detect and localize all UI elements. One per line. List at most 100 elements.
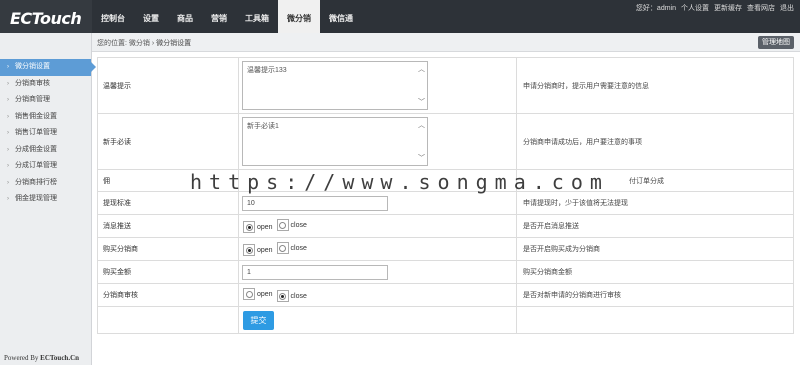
sidebar-item-label: 分销商排行榜 (15, 178, 57, 186)
nav-settings[interactable]: 设置 (134, 0, 168, 33)
tips-textarea[interactable]: 温馨提示133 (242, 61, 428, 110)
chevron-down-icon: ﹀ (418, 155, 425, 162)
clear-cache-link[interactable]: 更新缓存 (714, 3, 742, 13)
row-label: 提现标准 (97, 191, 239, 215)
chevron-right-icon: › (7, 163, 9, 169)
row-field: open close (238, 214, 517, 238)
chevron-up-icon: ︿ (418, 122, 425, 129)
radio-label: close (290, 221, 307, 229)
textarea-wrapper: 新手必读1 ︿ ﹀ (242, 117, 428, 166)
buy-close-radio[interactable]: close (276, 242, 307, 254)
radio-box (243, 244, 255, 256)
row-field (238, 260, 517, 284)
chevron-right-icon: › (7, 80, 9, 87)
push-open-radio[interactable]: open (243, 221, 273, 233)
withdraw-threshold-input[interactable] (242, 195, 388, 211)
radio-label: open (257, 223, 273, 231)
view-store-link[interactable]: 查看网店 (747, 3, 775, 13)
settings-form-table: 温馨提示 温馨提示133 ︿ ﹀ 申请分销商时，提示用户需要注意的信息 新手必读 … (97, 57, 794, 334)
nav-products[interactable]: 商品 (168, 0, 202, 33)
breadcrumb: 您的位置: 微分销 › 微分销设置 (97, 38, 191, 48)
table-row: 购买分销商 open close 是否开启购买成为分销商 (97, 237, 794, 261)
sidebar-item-share-orders[interactable]: › 分成订单管理 (0, 158, 91, 175)
powered-by-prefix: Powered By (4, 354, 41, 362)
sidebar-item-distributor-ranking[interactable]: › 分销商排行榜 (0, 175, 91, 192)
sidebar-item-distributor-review[interactable]: › 分销商审核 (0, 76, 91, 93)
watermark: https://www.songma.com (190, 170, 609, 194)
row-note: 是否开启购买成为分销商 (516, 237, 794, 261)
nav-marketing[interactable]: 营销 (202, 0, 236, 33)
logo[interactable]: ECTouch (0, 0, 92, 33)
sidebar-item-label: 销售订单管理 (15, 129, 57, 136)
sitemap-button[interactable]: 管理地图 (758, 36, 794, 49)
main-nav: 控制台 设置 商品 营销 工具箱 微分销 微信通 (92, 0, 362, 33)
radio-label: open (257, 246, 273, 254)
row-field: 提交 (238, 306, 517, 334)
sidebar-item-sales-commission[interactable]: › 销售佣金设置 (0, 109, 91, 126)
review-open-radio[interactable]: open (243, 288, 273, 300)
radio-label: close (290, 244, 307, 252)
textarea-wrapper: 温馨提示133 ︿ ﹀ (242, 61, 428, 110)
powered-by-brand[interactable]: ECTouch.Cn (40, 354, 79, 362)
review-close-radio[interactable]: close (276, 290, 307, 302)
row-label: 新手必读 (97, 113, 239, 170)
table-row: 分销商审核 open close 是否对新申请的分销商进行审核 (97, 283, 794, 307)
sidebar-item-withdrawal-management[interactable]: › 佣金提现管理 (0, 191, 91, 208)
sidebar-item-distribution-settings[interactable]: › 微分销设置 (0, 59, 96, 76)
sidebar-item-label: 销售佣金设置 (15, 112, 57, 120)
sidebar-item-label: 分成佣金设置 (15, 145, 57, 153)
nav-wechat[interactable]: 微信通 (320, 0, 362, 33)
chevron-right-icon: › (7, 196, 9, 202)
sidebar-item-sales-orders[interactable]: › 销售订单管理 (0, 125, 91, 142)
nav-dashboard[interactable]: 控制台 (92, 0, 134, 33)
sidebar: › 微分销设置 › 分销商审核 › 分销商管理 › 销售佣金设置 › 销售订单管理 › 分成… (0, 33, 96, 365)
buy-open-radio[interactable]: open (243, 244, 273, 256)
logo-text: ECTouch (10, 9, 82, 28)
radio-empty-icon (279, 244, 287, 252)
push-close-radio[interactable]: close (276, 219, 307, 231)
sidebar-item-label: 分销商管理 (15, 96, 50, 103)
nav-distribution[interactable]: 微分销 (278, 0, 320, 33)
row-field: 温馨提示133 ︿ ﹀ (238, 57, 517, 114)
row-label (97, 306, 239, 334)
textarea-scrollbar[interactable]: ︿ ﹀ (416, 62, 427, 109)
radio-box (243, 221, 255, 233)
radio-label: open (257, 290, 273, 298)
row-label: 分销商审核 (97, 283, 239, 307)
textarea-scrollbar[interactable]: ︿ ﹀ (416, 118, 427, 165)
radio-selected-icon (245, 223, 253, 231)
row-label: 消息推送 (97, 214, 239, 238)
profile-link[interactable]: 个人设置 (681, 3, 709, 13)
top-links: 您好：admin 个人设置 更新缓存 查看网店 退出 (636, 3, 794, 13)
radio-selected-icon (279, 292, 287, 300)
sidebar-item-label: 分成订单管理 (15, 162, 57, 169)
breadcrumb-prefix: 您的位置: (97, 40, 127, 47)
row-label: 温馨提示 (97, 57, 239, 114)
row-note: 是否对新申请的分销商进行审核 (516, 283, 794, 307)
top-header: ECTouch 控制台 设置 商品 营销 工具箱 微分销 微信通 您好：admi… (0, 0, 800, 33)
radio-box (243, 288, 255, 300)
radio-box (276, 290, 289, 302)
table-row: 购买金额 购买分销商金额 (97, 260, 794, 284)
newbie-textarea[interactable]: 新手必读1 (242, 117, 428, 166)
row-note: 分销商申请成功后，用户要注意的事项 (516, 113, 794, 170)
radio-selected-icon (245, 246, 253, 254)
sidebar-item-label: 佣金提现管理 (15, 195, 57, 202)
submit-button[interactable]: 提交 (243, 310, 274, 330)
purchase-amount-input[interactable] (242, 264, 388, 280)
row-note: 购买分销商金额 (516, 260, 794, 284)
table-row: 提现标准 申请提现时，少于该值将无法提现 (97, 191, 794, 215)
powered-by: Powered By ECTouch.Cn (4, 354, 79, 362)
row-field: open close (238, 283, 517, 307)
chevron-right-icon: › (7, 146, 9, 153)
sidebar-item-distributor-management[interactable]: › 分销商管理 (0, 92, 91, 109)
chevron-right-icon: › (7, 97, 9, 103)
nav-toolbox[interactable]: 工具箱 (236, 0, 278, 33)
row-label: 购买金额 (97, 260, 239, 284)
radio-label: close (290, 292, 307, 300)
logout-link[interactable]: 退出 (780, 3, 794, 13)
row-label: 购买分销商 (97, 237, 239, 261)
chevron-right-icon: › (7, 113, 9, 120)
breadcrumb-section[interactable]: 微分销 (129, 40, 150, 47)
sidebar-item-share-commission[interactable]: › 分成佣金设置 (0, 142, 91, 159)
